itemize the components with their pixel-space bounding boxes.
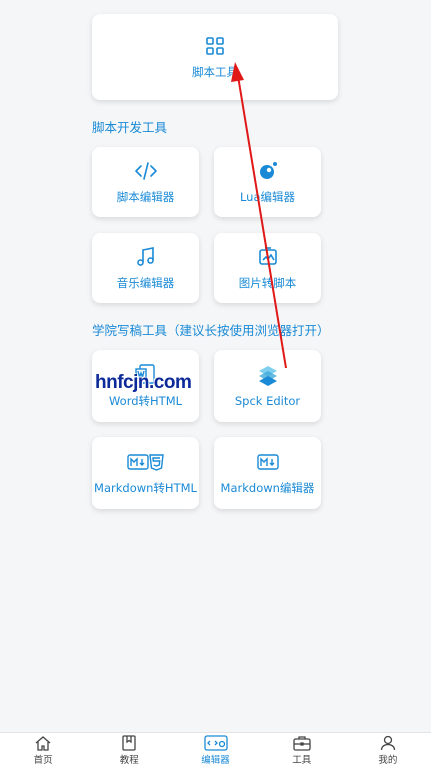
nav-tools-label: 工具 [292,754,312,766]
nav-home-label: 首页 [33,754,53,766]
script-editor-card[interactable]: 脚本编辑器 [92,147,199,217]
section-title-college: 学院写稿工具（建议长按使用浏览器打开） [92,323,330,338]
grid-icon [203,34,227,58]
markdown-icon [256,450,280,474]
markdown-editor-label: Markdown编辑器 [220,481,315,495]
lua-editor-label: Lua编辑器 [239,190,296,204]
nav-mine[interactable]: 我的 [345,733,431,767]
bottom-nav: 首页 教程 编辑器 工具 我的 [0,732,431,767]
markdown-to-html-label: Markdown转HTML [94,481,197,495]
user-icon [380,735,396,750]
spck-editor-card[interactable]: Spck Editor [214,350,321,422]
lua-editor-card[interactable]: Lua编辑器 [214,147,321,217]
nav-tools[interactable]: 工具 [259,733,345,767]
code-icon [134,159,158,183]
script-editor-label: 脚本编辑器 [116,190,175,204]
markdown-html5-icon [126,450,166,474]
section-title-dev: 脚本开发工具 [92,120,168,135]
image-to-script-label: 图片转脚本 [238,276,297,290]
toolbox-icon [293,735,311,751]
image-convert-icon [256,245,280,269]
editor-icon [203,734,228,751]
spck-editor-label: Spck Editor [234,394,301,408]
script-tools-label: 脚本工具 [192,65,238,79]
music-editor-card[interactable]: 音乐编辑器 [92,233,199,303]
watermark-text: hnfcjn.com [95,372,192,393]
image-to-script-card[interactable]: 图片转脚本 [214,233,321,303]
nav-editor-label: 编辑器 [201,754,230,766]
home-icon [35,735,51,751]
nav-tutorial[interactable]: 教程 [86,733,172,767]
script-tools-card[interactable]: 脚本工具 [92,14,338,100]
spck-icon [256,364,280,388]
nav-editor[interactable]: 编辑器 [172,733,258,767]
nav-tutorial-label: 教程 [119,754,139,766]
markdown-editor-card[interactable]: Markdown编辑器 [214,437,321,509]
music-note-icon [134,245,158,269]
bookmark-icon [122,734,136,751]
word-to-html-label: Word转HTML [108,394,183,408]
markdown-to-html-card[interactable]: Markdown转HTML [92,437,199,509]
nav-mine-label: 我的 [378,754,398,766]
nav-home[interactable]: 首页 [0,733,86,767]
music-editor-label: 音乐编辑器 [116,276,175,290]
lua-icon [256,159,280,183]
